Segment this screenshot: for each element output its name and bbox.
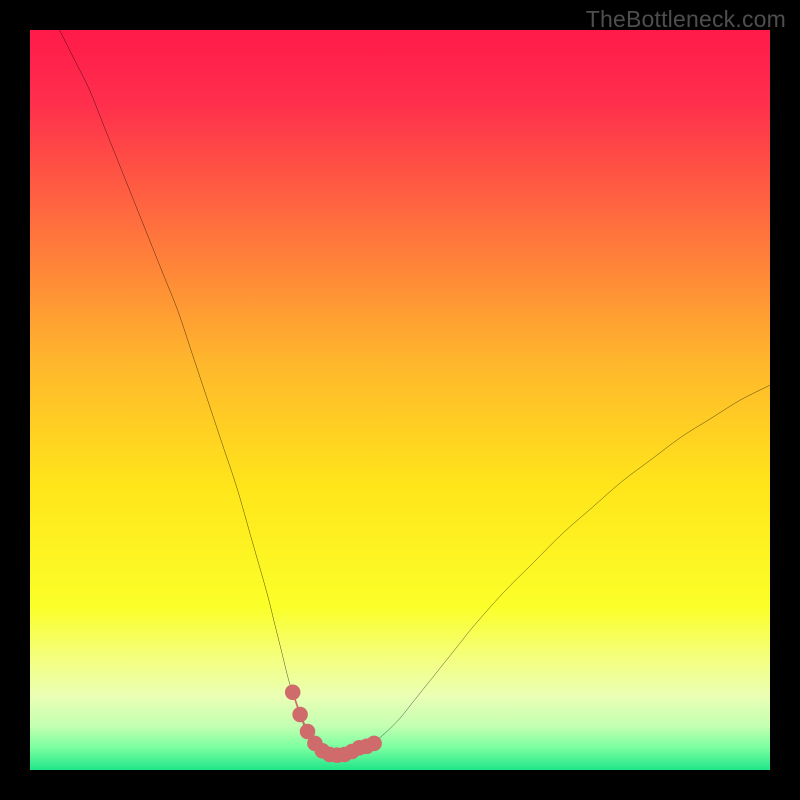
plot-area — [30, 30, 770, 770]
chart-svg — [30, 30, 770, 770]
highlight-segment — [285, 685, 382, 763]
chart-frame: TheBottleneck.com — [0, 0, 800, 800]
bottleneck-curve — [60, 30, 770, 755]
watermark-text: TheBottleneck.com — [586, 6, 786, 33]
